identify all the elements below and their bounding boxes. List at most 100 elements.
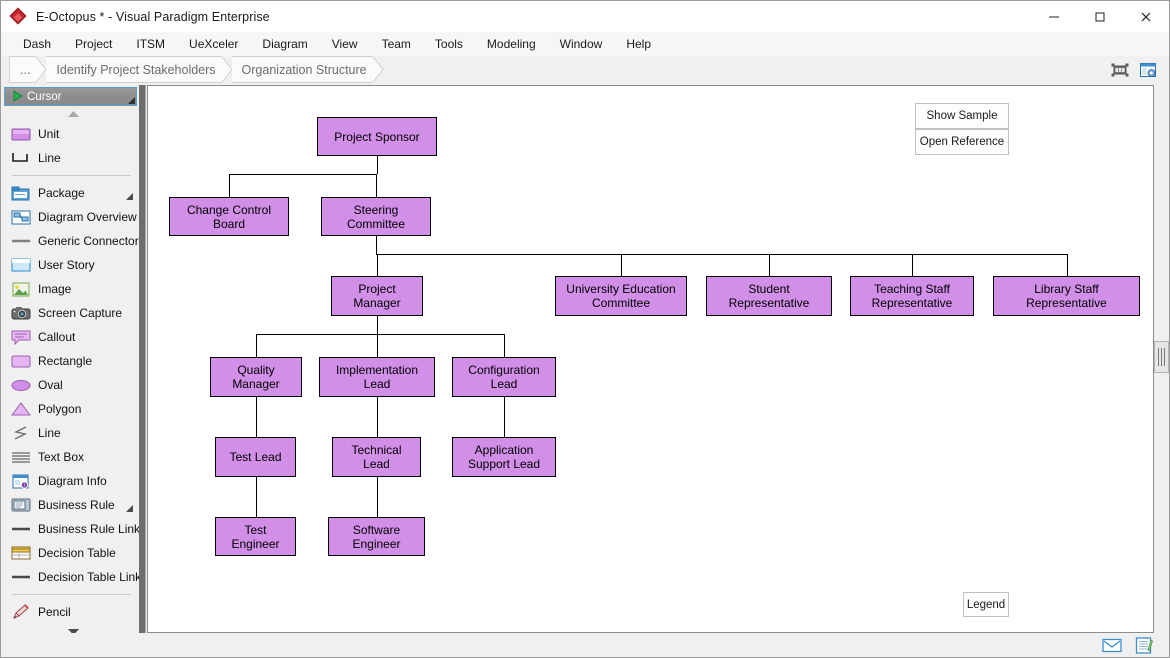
org-node-steering-committee[interactable]: Steering Committee xyxy=(321,197,431,236)
palette-item-label: Callout xyxy=(38,330,76,344)
org-node-test-lead[interactable]: Test Lead xyxy=(215,437,296,477)
palette-item-label: Decision Table xyxy=(38,546,116,560)
palette-item-diagram-info[interactable]: i Diagram Info xyxy=(2,469,145,493)
breadcrumb-item-1[interactable]: Identify Project Stakeholders xyxy=(46,56,233,83)
palette-item-screen-capture[interactable]: Screen Capture xyxy=(2,301,145,325)
palette-item-pencil[interactable]: Pencil xyxy=(2,600,145,624)
menu-item-team[interactable]: Team xyxy=(370,34,423,54)
org-node-software-engineer[interactable]: Software Engineer xyxy=(328,517,425,556)
palette-item-line[interactable]: Line xyxy=(2,421,145,445)
org-node-change-control-board[interactable]: Change Control Board xyxy=(169,197,289,236)
palette-item-label: Generic Connector xyxy=(38,234,139,248)
org-node-label: Project Sponsor xyxy=(334,129,420,144)
palette-item-decision-table[interactable]: Decision Table xyxy=(2,541,145,565)
cursor-arrow-icon xyxy=(9,90,27,103)
palette-scroll-up-button[interactable] xyxy=(2,106,145,122)
menu-item-itsm[interactable]: ITSM xyxy=(124,34,177,54)
menu-item-diagram[interactable]: Diagram xyxy=(250,34,319,54)
connector-line xyxy=(256,334,257,357)
mail-icon[interactable] xyxy=(1101,636,1123,654)
menu-item-dash[interactable]: Dash xyxy=(11,34,63,54)
decision-table-icon xyxy=(10,544,32,562)
minimize-button[interactable] xyxy=(1031,1,1077,32)
connector-line xyxy=(376,477,378,517)
org-node-technical-lead[interactable]: Technical Lead xyxy=(332,437,421,477)
palette-item-text-box[interactable]: Text Box xyxy=(2,445,145,469)
palette-item-business-rule[interactable]: Business Rule xyxy=(2,493,145,517)
org-node-implementation-lead[interactable]: Implementation Lead xyxy=(319,357,435,397)
palette-item-submenu-icon[interactable] xyxy=(126,193,133,200)
org-node-university-education-committee[interactable]: University Education Committee xyxy=(555,276,687,316)
connector-line xyxy=(912,254,913,276)
palette-item-polygon[interactable]: Polygon xyxy=(2,397,145,421)
menu-item-project[interactable]: Project xyxy=(63,34,124,54)
palette-scrollbar[interactable] xyxy=(139,85,145,633)
connector-line xyxy=(769,254,770,276)
palette-item-user-story[interactable]: User Story xyxy=(2,253,145,277)
palette-item-decision-table-link[interactable]: Decision Table Link xyxy=(2,565,145,589)
palette-item-rectangle[interactable]: Rectangle xyxy=(2,349,145,373)
org-node-configuration-lead[interactable]: Configuration Lead xyxy=(452,357,556,397)
connector-line xyxy=(377,254,378,276)
breadcrumb-item-2[interactable]: Organization Structure xyxy=(231,56,384,83)
application-window: E-Octopus * - Visual Paradigm Enterprise… xyxy=(0,0,1170,658)
menu-item-view[interactable]: View xyxy=(320,34,370,54)
palette-item-label: Screen Capture xyxy=(38,306,123,320)
fit-to-window-icon[interactable] xyxy=(1109,60,1131,80)
palette-item-callout[interactable]: Callout xyxy=(2,325,145,349)
org-node-application-support-lead[interactable]: Application Support Lead xyxy=(452,437,556,477)
palette-item-oval[interactable]: Oval xyxy=(2,373,145,397)
connector-line xyxy=(256,397,257,437)
org-node-project-sponsor[interactable]: Project Sponsor xyxy=(317,117,437,156)
menu-item-help[interactable]: Help xyxy=(614,34,663,54)
palette-separator xyxy=(12,594,131,595)
pencil-icon xyxy=(10,603,32,621)
maximize-button[interactable] xyxy=(1077,1,1123,32)
breadcrumb-item-0[interactable]: ... xyxy=(9,56,48,83)
org-node-quality-manager[interactable]: Quality Manager xyxy=(210,357,302,397)
open-specification-icon[interactable] xyxy=(1137,60,1159,80)
palette-item-label: User Story xyxy=(38,258,95,272)
window-controls xyxy=(1031,1,1169,32)
connector-line xyxy=(255,477,257,517)
connector-line xyxy=(1066,254,1068,276)
palette-item-package[interactable]: Package xyxy=(2,181,145,205)
org-node-label: Test Engineer xyxy=(231,522,280,551)
connector-line xyxy=(504,334,505,357)
palette-item-business-rule-link[interactable]: Business Rule Link xyxy=(2,517,145,541)
org-node-label: Student Representative xyxy=(728,282,810,310)
close-button[interactable] xyxy=(1123,1,1169,32)
org-node-label: University Education Committee xyxy=(566,282,676,310)
connector-line xyxy=(377,156,378,174)
palette-item-unit[interactable]: Unit xyxy=(2,122,145,146)
org-node-test-engineer[interactable]: Test Engineer xyxy=(215,517,296,556)
palette-item-label: Package xyxy=(38,186,85,200)
org-node-student-representative[interactable]: Student Representative xyxy=(706,276,832,316)
palette-item-line[interactable]: Line xyxy=(2,146,145,170)
note-edit-icon[interactable] xyxy=(1133,636,1155,654)
org-node-library-staff-representative[interactable]: Library Staff Representative xyxy=(993,276,1140,316)
diagram-info-icon: i xyxy=(10,472,32,490)
open-reference-button[interactable]: Open Reference xyxy=(915,129,1009,155)
connector-line xyxy=(377,334,378,357)
menu-item-uexceler[interactable]: UeXceler xyxy=(177,34,250,54)
palette-header-cursor[interactable]: Cursor xyxy=(4,87,137,106)
org-node-teaching-staff-representative[interactable]: Teaching Staff Representative xyxy=(850,276,974,316)
legend-button[interactable]: Legend xyxy=(963,592,1009,617)
palette-header-more-icon[interactable] xyxy=(128,97,135,104)
canvas-splitter-handle[interactable] xyxy=(1154,341,1169,373)
org-node-label: Test Lead xyxy=(229,450,282,464)
palette-item-image[interactable]: Image xyxy=(2,277,145,301)
palette-item-generic-connector[interactable]: Generic Connector xyxy=(2,229,145,253)
menu-item-tools[interactable]: Tools xyxy=(423,34,475,54)
menu-item-modeling[interactable]: Modeling xyxy=(475,34,548,54)
show-sample-button[interactable]: Show Sample xyxy=(915,103,1009,129)
diagram-canvas[interactable]: Project Sponsor Change Control Board Steer… xyxy=(148,86,1153,632)
palette-item-diagram-overview[interactable]: Diagram Overview xyxy=(2,205,145,229)
orthogonal-line-icon xyxy=(10,149,32,167)
menu-item-window[interactable]: Window xyxy=(548,34,615,54)
palette-item-submenu-icon[interactable] xyxy=(126,505,133,512)
palette-item-label: Business Rule xyxy=(38,498,115,512)
user-story-icon xyxy=(10,256,32,274)
org-node-project-manager[interactable]: Project Manager xyxy=(331,276,423,316)
